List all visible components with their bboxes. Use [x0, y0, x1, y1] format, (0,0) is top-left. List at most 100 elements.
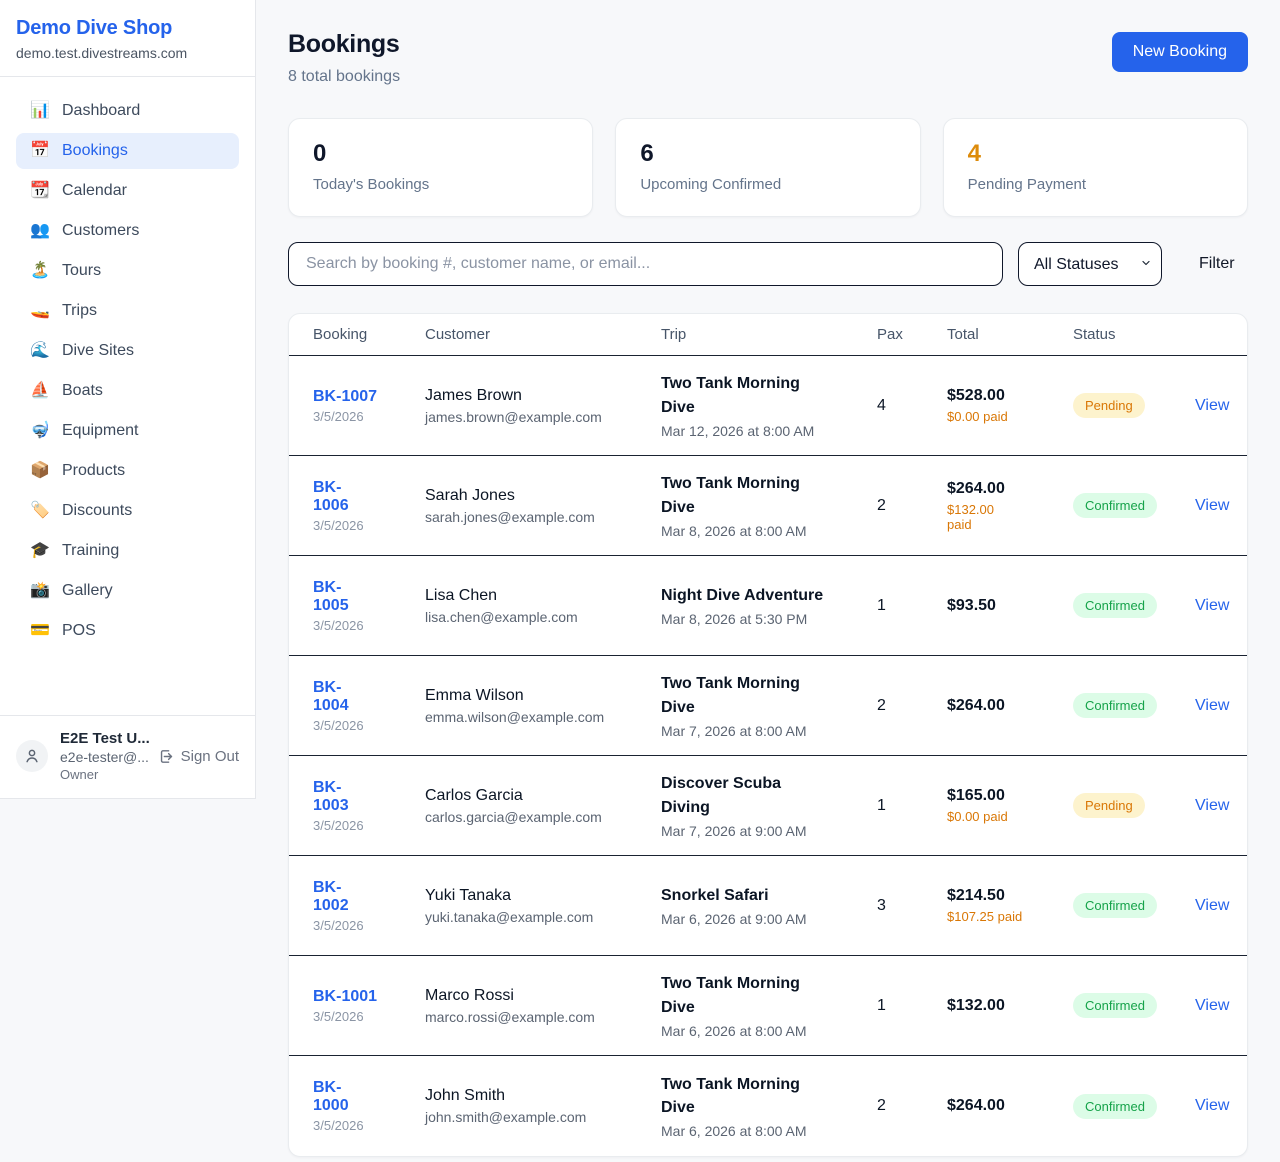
total-cell: $165.00 $0.00 paid — [947, 787, 1073, 824]
sidebar-nav: 📊Dashboard 📅Bookings 📆Calendar 👥Customers 🏝️… — [0, 77, 255, 715]
customer-email: sarah.jones@example.com — [425, 509, 661, 525]
actions-cell: View — [1195, 1097, 1233, 1115]
stat-value: 4 — [968, 140, 1223, 168]
sidebar-item-label: Dashboard — [62, 102, 140, 120]
booking-id-link[interactable]: BK-1003 — [313, 779, 353, 815]
pax-cell: 2 — [877, 497, 947, 515]
booking-id-link[interactable]: BK-1007 — [313, 388, 377, 406]
status-badge: Confirmed — [1073, 1094, 1157, 1119]
status-badge: Pending — [1073, 393, 1145, 418]
total-cell: $132.00 — [947, 997, 1073, 1015]
customer-cell: Emma Wilson emma.wilson@example.com — [425, 687, 661, 725]
status-cell: Confirmed — [1073, 893, 1195, 918]
booking-id-link[interactable]: BK-1005 — [313, 579, 353, 615]
customer-name: John Smith — [425, 1087, 661, 1105]
logo-block: Demo Dive Shop demo.test.divestreams.com — [0, 0, 255, 77]
booking-date: 3/5/2026 — [313, 1118, 425, 1133]
booking-cell: BK-1000 3/5/2026 — [313, 1079, 425, 1133]
stat-label: Today's Bookings — [313, 176, 568, 193]
sidebar-item-tours[interactable]: 🏝️Tours — [16, 253, 239, 289]
booking-cell: BK-1005 3/5/2026 — [313, 579, 425, 633]
table-row: BK-1002 3/5/2026 Yuki Tanaka yuki.tanaka… — [289, 856, 1247, 956]
stat-card-todays-bookings: 0 Today's Bookings — [288, 118, 593, 217]
customer-email: marco.rossi@example.com — [425, 1009, 661, 1025]
status-badge: Confirmed — [1073, 493, 1157, 518]
actions-cell: View — [1195, 697, 1233, 715]
sign-out-button[interactable]: Sign Out — [158, 748, 239, 765]
pax-cell: 1 — [877, 797, 947, 815]
sidebar-item-equipment[interactable]: 🤿Equipment — [16, 413, 239, 449]
filter-button[interactable]: Filter — [1177, 255, 1257, 273]
status-cell: Confirmed — [1073, 593, 1195, 618]
status-select-wrap: All Statuses — [1018, 242, 1162, 286]
trip-cell: Discover Scuba Diving Mar 7, 2026 at 9:0… — [661, 772, 877, 838]
discounts-icon: 🏷️ — [30, 503, 50, 519]
user-name: E2E Test U... — [60, 730, 150, 747]
sidebar-item-bookings[interactable]: 📅Bookings — [16, 133, 239, 169]
booking-id-link[interactable]: BK-1006 — [313, 479, 353, 515]
sidebar-item-pos[interactable]: 💳POS — [16, 613, 239, 649]
sidebar-item-products[interactable]: 📦Products — [16, 453, 239, 489]
amount-paid: $0.00 paid — [947, 409, 1073, 424]
trip-datetime: Mar 6, 2026 at 9:00 AM — [661, 911, 877, 927]
customer-cell: Carlos Garcia carlos.garcia@example.com — [425, 787, 661, 825]
sidebar-item-dashboard[interactable]: 📊Dashboard — [16, 93, 239, 129]
view-link[interactable]: View — [1195, 997, 1229, 1014]
total-amount: $165.00 — [947, 787, 1073, 805]
sidebar-item-training[interactable]: 🎓Training — [16, 533, 239, 569]
column-header-pax: Pax — [877, 326, 947, 343]
trip-cell: Two Tank Morning Dive Mar 12, 2026 at 8:… — [661, 372, 877, 438]
stat-value: 0 — [313, 140, 568, 168]
sidebar-item-boats[interactable]: ⛵Boats — [16, 373, 239, 409]
view-link[interactable]: View — [1195, 797, 1229, 814]
view-link[interactable]: View — [1195, 497, 1229, 514]
sidebar-item-trips[interactable]: 🚤Trips — [16, 293, 239, 329]
total-cell: $264.00 — [947, 697, 1073, 715]
stats-row: 0 Today's Bookings 6 Upcoming Confirmed … — [288, 118, 1248, 217]
trip-cell: Night Dive Adventure Mar 8, 2026 at 5:30… — [661, 584, 877, 627]
status-select[interactable]: All Statuses — [1018, 242, 1162, 286]
table-row: BK-1005 3/5/2026 Lisa Chen lisa.chen@exa… — [289, 556, 1247, 656]
booking-id-link[interactable]: BK-1002 — [313, 879, 353, 915]
sidebar-item-label: Gallery — [62, 582, 113, 600]
search-input[interactable] — [288, 242, 1003, 286]
status-cell: Confirmed — [1073, 993, 1195, 1018]
customer-cell: Marco Rossi marco.rossi@example.com — [425, 987, 661, 1025]
tours-icon: 🏝️ — [30, 263, 50, 279]
page-title-block: Bookings 8 total bookings — [288, 30, 400, 86]
trip-datetime: Mar 6, 2026 at 8:00 AM — [661, 1123, 877, 1139]
sidebar-item-discounts[interactable]: 🏷️Discounts — [16, 493, 239, 529]
app-domain: demo.test.divestreams.com — [16, 45, 239, 61]
customer-email: carlos.garcia@example.com — [425, 809, 661, 825]
sidebar-item-gallery[interactable]: 📸Gallery — [16, 573, 239, 609]
booking-id-link[interactable]: BK-1000 — [313, 1079, 353, 1115]
trip-datetime: Mar 12, 2026 at 8:00 AM — [661, 423, 877, 439]
stat-card-pending-payment: 4 Pending Payment — [943, 118, 1248, 217]
total-cell: $264.00 — [947, 1097, 1073, 1115]
sidebar-item-customers[interactable]: 👥Customers — [16, 213, 239, 249]
trip-datetime: Mar 6, 2026 at 8:00 AM — [661, 1023, 877, 1039]
booking-id-link[interactable]: BK-1001 — [313, 988, 377, 1006]
sidebar-item-calendar[interactable]: 📆Calendar — [16, 173, 239, 209]
page-subtitle: 8 total bookings — [288, 68, 400, 86]
sidebar-item-dive-sites[interactable]: 🌊Dive Sites — [16, 333, 239, 369]
sidebar-item-label: Customers — [62, 222, 139, 240]
customer-name: Lisa Chen — [425, 587, 661, 605]
status-cell: Confirmed — [1073, 693, 1195, 718]
view-link[interactable]: View — [1195, 697, 1229, 714]
actions-cell: View — [1195, 597, 1233, 615]
trip-name: Two Tank Morning Dive — [661, 472, 829, 518]
view-link[interactable]: View — [1195, 897, 1229, 914]
booking-id-link[interactable]: BK-1004 — [313, 679, 353, 715]
view-link[interactable]: View — [1195, 397, 1229, 414]
new-booking-button[interactable]: New Booking — [1112, 32, 1248, 72]
total-amount: $132.00 — [947, 997, 1073, 1015]
sign-out-icon — [158, 748, 175, 765]
trip-name: Two Tank Morning Dive — [661, 372, 829, 418]
view-link[interactable]: View — [1195, 1097, 1229, 1114]
column-header-booking: Booking — [313, 326, 425, 343]
view-link[interactable]: View — [1195, 597, 1229, 614]
booking-cell: BK-1002 3/5/2026 — [313, 879, 425, 933]
trip-name: Night Dive Adventure — [661, 584, 829, 607]
user-role: Owner — [60, 767, 150, 782]
